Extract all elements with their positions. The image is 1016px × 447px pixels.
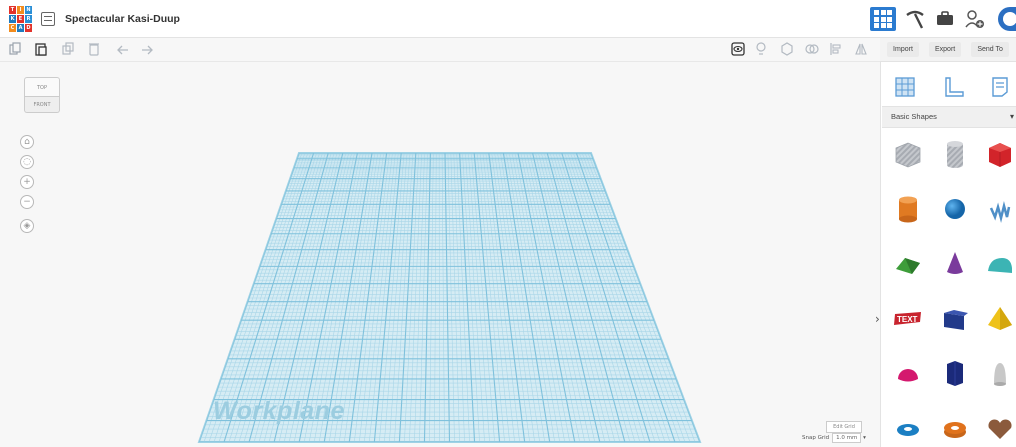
workplane-label: Workplane (213, 397, 345, 425)
shape-cylinder-hole[interactable] (940, 139, 970, 169)
shape-category-label: Basic Shapes (891, 112, 937, 121)
shape-box[interactable] (985, 139, 1015, 169)
notes-tab-icon[interactable] (989, 76, 1011, 98)
workplane-grid[interactable] (0, 62, 880, 447)
perspective-icon[interactable]: ◈ (20, 219, 34, 233)
edit-toolbar (0, 38, 880, 62)
ruler-tab-icon[interactable] (943, 76, 965, 98)
redo-icon[interactable] (140, 42, 154, 56)
delete-icon[interactable] (88, 42, 100, 56)
shape-roof[interactable] (893, 249, 923, 279)
add-user-icon[interactable] (964, 8, 986, 30)
shape-paraboloid[interactable] (985, 359, 1015, 389)
tinkercad-logo[interactable]: TIN KER CAD (9, 5, 32, 32)
briefcase-icon[interactable] (936, 11, 954, 27)
home-icon[interactable]: ⌂ (20, 135, 34, 149)
snap-grid-control: Snap Grid 1.0 mm ▾ (802, 433, 866, 443)
shape-pyramid[interactable] (985, 304, 1015, 334)
shapes-panel: Basic Shapes ▾ TEXT (880, 62, 1016, 447)
header-actions (870, 0, 1016, 38)
mirror-icon[interactable] (854, 42, 868, 56)
paste-icon[interactable] (35, 42, 47, 56)
view-cube-front[interactable]: FRONT (24, 97, 60, 113)
panel-tabs (881, 62, 1016, 106)
svg-text:TEXT: TEXT (897, 315, 918, 324)
chevron-down-icon: ▾ (1009, 112, 1014, 121)
grid-3d-icon[interactable] (870, 7, 896, 31)
ungroup-icon[interactable] (805, 42, 819, 56)
workplane-tab-icon[interactable] (894, 76, 916, 98)
avatar[interactable] (998, 7, 1016, 31)
snap-grid-label: Snap Grid (802, 435, 830, 441)
shape-cone[interactable] (940, 249, 970, 279)
shape-wedge[interactable] (940, 304, 970, 334)
shape-scribble[interactable] (985, 194, 1015, 224)
shape-half-sphere[interactable] (893, 359, 923, 389)
workplane-canvas[interactable]: Workplane TOP FRONT ⌂ ◌ + − ◈ Edit Grid … (0, 62, 880, 447)
shape-heart[interactable] (985, 414, 1015, 444)
copy-icon[interactable] (9, 42, 21, 56)
duplicate-icon[interactable] (62, 42, 74, 56)
pickaxe-icon[interactable] (904, 9, 926, 29)
fit-view-icon[interactable]: ◌ (20, 155, 34, 169)
shape-polygon[interactable] (940, 359, 970, 389)
shape-box-hole[interactable] (893, 139, 923, 169)
zoom-out-icon[interactable]: − (20, 195, 34, 209)
snap-grid-select[interactable]: 1.0 mm (832, 433, 862, 443)
file-actions: Import Export Send To (880, 38, 1016, 62)
shape-tube[interactable] (940, 414, 970, 444)
tinkercad-app: TIN KER CAD Spectacular Kasi-Duup Import… (0, 0, 1016, 447)
edit-grid-button[interactable]: Edit Grid (826, 421, 862, 433)
design-title[interactable]: Spectacular Kasi-Duup (65, 13, 180, 25)
export-button[interactable]: Export (929, 42, 962, 57)
title-bar: TIN KER CAD Spectacular Kasi-Duup (0, 0, 1016, 38)
show-all-icon[interactable] (731, 42, 745, 56)
group-icon[interactable] (780, 42, 794, 56)
import-button[interactable]: Import (887, 42, 919, 57)
shape-text[interactable]: TEXT (893, 304, 923, 334)
design-list-icon[interactable] (41, 11, 55, 26)
lightbulb-icon[interactable] (755, 42, 767, 56)
align-icon[interactable] (830, 42, 842, 56)
shape-cylinder[interactable] (893, 194, 923, 224)
shape-torus[interactable] (893, 414, 923, 444)
undo-icon[interactable] (116, 42, 130, 56)
shape-sphere[interactable] (940, 194, 970, 224)
view-cube-top[interactable]: TOP (24, 77, 60, 97)
shape-category-select[interactable]: Basic Shapes ▾ (882, 106, 1016, 128)
zoom-in-icon[interactable]: + (20, 175, 34, 189)
shape-round-roof[interactable] (985, 249, 1015, 279)
send-to-button[interactable]: Send To (971, 42, 1009, 57)
view-cube[interactable]: TOP FRONT (24, 77, 60, 119)
